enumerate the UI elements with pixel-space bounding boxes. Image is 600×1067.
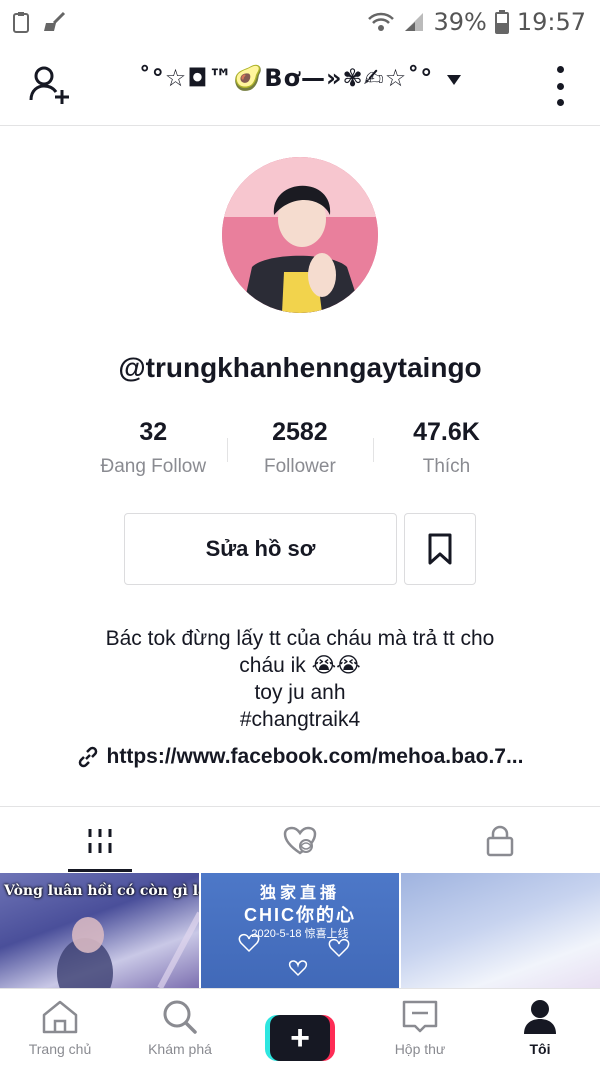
- more-dot: [556, 82, 564, 90]
- home-icon: [42, 1000, 78, 1034]
- lock-icon: [486, 825, 514, 857]
- link-icon: [78, 746, 97, 768]
- stat-label: Follower: [263, 456, 336, 477]
- clipboard-icon: [13, 12, 29, 33]
- stat-label: Đang Follow: [100, 456, 207, 477]
- stat-following[interactable]: 32 Đang Follow: [80, 418, 227, 482]
- hearts-decoration: [238, 933, 349, 977]
- signal-icon: [405, 13, 424, 31]
- create-plus: +: [270, 1015, 330, 1061]
- more-dot: [556, 99, 564, 106]
- bookmark-icon: [428, 533, 452, 565]
- stat-likes[interactable]: 47.6K Thích: [373, 418, 520, 482]
- nav-home[interactable]: Trang chủ: [0, 989, 120, 1067]
- battery-percent: 39%: [433, 8, 487, 36]
- profile-link-text: https://www.facebook.com/mehoa.bao.7...: [106, 745, 524, 768]
- status-right: 39% 19:57: [367, 8, 586, 36]
- stat-value: 47.6K: [413, 418, 480, 446]
- tab-liked[interactable]: [200, 810, 400, 872]
- bottom-navigation: Trang chủ Khám phá + Hộp thư Tôi: [0, 988, 600, 1067]
- search-icon: [163, 1000, 197, 1034]
- username: @trungkhanhenngaytaingo: [118, 352, 482, 383]
- bio-line: Bác tok đừng lấy tt của cháu mà trả tt c…: [105, 627, 495, 650]
- nav-me[interactable]: Tôi: [480, 989, 600, 1067]
- bio-hashtag[interactable]: #changtraik4: [40, 706, 560, 733]
- favorites-button[interactable]: [404, 513, 476, 585]
- nav-label: Hộp thư: [394, 1041, 446, 1057]
- stat-followers[interactable]: 2582 Follower: [226, 418, 374, 482]
- create-icon: +: [265, 1015, 335, 1061]
- video-thumbnail[interactable]: [401, 873, 600, 988]
- edit-profile-button[interactable]: Sửa hồ sơ: [124, 513, 397, 585]
- nav-inbox[interactable]: Hộp thư: [360, 989, 480, 1067]
- tab-videos[interactable]: [0, 810, 200, 872]
- avatar[interactable]: [222, 157, 378, 313]
- divider: [0, 806, 600, 807]
- nav-label: Trang chủ: [28, 1041, 92, 1057]
- cleaner-broom-icon: [44, 11, 66, 31]
- clock: 19:57: [516, 8, 586, 36]
- nav-label: Tôi: [529, 1041, 551, 1057]
- bio: Bác tok đừng lấy tt của cháu mà trả tt c…: [40, 625, 560, 733]
- grid-icon: [88, 829, 112, 853]
- chevron-down-icon: [447, 75, 462, 85]
- account-switcher[interactable]: ˚°☆◘™🥑Bơ—»✾✍☆˚°: [0, 64, 600, 92]
- battery-icon: [494, 10, 509, 34]
- status-left-icons: [12, 11, 68, 33]
- profile-stats: 32 Đang Follow 2582 Follower 47.6K Thích: [80, 418, 520, 482]
- wifi-icon: [368, 12, 395, 31]
- status-bar: 39% 19:57: [0, 0, 600, 44]
- tab-private[interactable]: [400, 810, 600, 872]
- more-options-button[interactable]: [550, 66, 570, 106]
- profile-link[interactable]: https://www.facebook.com/mehoa.bao.7...: [0, 745, 600, 769]
- performer-thumbnail: [57, 911, 199, 988]
- bio-line: cháu ik 😭😭: [239, 654, 361, 677]
- nav-discover[interactable]: Khám phá: [120, 989, 240, 1067]
- stat-value: 2582: [272, 418, 328, 446]
- content-tabs: [0, 810, 600, 872]
- more-vertical-icon: [556, 66, 564, 73]
- profile-icon: [524, 1000, 556, 1034]
- nav-label: Khám phá: [148, 1041, 212, 1057]
- inbox-icon: [402, 1000, 438, 1033]
- stat-value: 32: [139, 418, 168, 446]
- avatar-photo: [222, 157, 378, 313]
- video-thumbnail[interactable]: 独家直播 CHIC你的心 2020-5-18 惊喜上线: [200, 873, 400, 988]
- account-title: ˚°☆◘™🥑Bơ—»✾✍☆˚°: [138, 64, 434, 92]
- nav-create[interactable]: +: [240, 989, 360, 1067]
- video-grid: Vòng luân hồi có còn gì là đáng sợ? 独家直播…: [0, 873, 600, 988]
- profile-header: ˚°☆◘™🥑Bơ—»✾✍☆˚°: [0, 44, 600, 126]
- liked-hidden-icon: [283, 826, 317, 855]
- bio-line: toy ju anh: [254, 681, 346, 704]
- stat-label: Thích: [422, 456, 471, 477]
- video-thumbnail[interactable]: Vòng luân hồi có còn gì là đáng sợ?: [0, 873, 199, 988]
